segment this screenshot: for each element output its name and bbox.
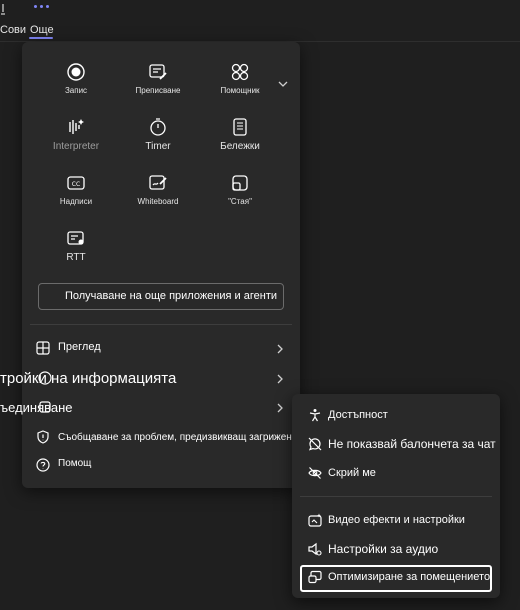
chat-button-label[interactable]: Сови bbox=[0, 24, 26, 36]
menu-item-help-label: Помощ bbox=[58, 458, 92, 469]
whiteboard-icon bbox=[149, 175, 167, 190]
rtt-icon bbox=[67, 231, 84, 245]
room-optimize-icon bbox=[308, 570, 322, 589]
menu-divider bbox=[30, 324, 292, 325]
app-record-label: Запис bbox=[64, 86, 88, 95]
settings-submenu: Достъпност Не показвай балончета за чат … bbox=[292, 394, 500, 598]
chevron-down-icon[interactable] bbox=[277, 76, 289, 94]
more-menu: Запис Преписване Помощник Interpreter Ti… bbox=[0, 42, 307, 488]
app-transcription[interactable]: Преписване bbox=[118, 62, 198, 95]
menu-item-view-label: Преглед bbox=[58, 341, 101, 353]
app-room[interactable]: "Стая" bbox=[200, 173, 280, 206]
submenu-item-video-effects-label: Видео ефекти и настройки bbox=[328, 514, 465, 526]
menu-item-info-settings-label: тройки на информацията bbox=[0, 370, 177, 387]
app-notes[interactable]: Бележки bbox=[200, 117, 280, 152]
record-icon bbox=[67, 63, 85, 81]
app-interpreter-label: Interpreter bbox=[52, 141, 100, 152]
app-timer-label: Timer bbox=[145, 141, 171, 152]
notes-icon bbox=[233, 118, 247, 136]
meeting-toolbar: Сови Още bbox=[0, 0, 520, 42]
timer-icon bbox=[150, 118, 166, 136]
submenu-item-no-chat-bubbles-label: Не показвай балончета за чат bbox=[328, 437, 496, 451]
speaker-settings-icon bbox=[308, 542, 322, 561]
more-icon[interactable] bbox=[34, 5, 50, 9]
chevron-right-icon bbox=[276, 342, 284, 360]
app-rtt-label: RTT bbox=[66, 252, 86, 263]
submenu-item-accessibility-label: Достъпност bbox=[328, 409, 388, 421]
submenu-divider bbox=[300, 496, 492, 497]
app-copilot-label: Помощник bbox=[220, 86, 260, 95]
app-captions[interactable]: CC Надписи bbox=[36, 173, 116, 206]
app-rtt[interactable]: RTT bbox=[36, 228, 116, 263]
room-icon bbox=[232, 175, 248, 191]
submenu-item-audio-settings-label: Настройки за аудио bbox=[328, 542, 439, 556]
app-record[interactable]: Запис bbox=[36, 62, 116, 95]
submenu-item-hide-me[interactable]: Скрий ме bbox=[300, 461, 492, 488]
submenu-item-no-chat-bubbles[interactable]: Не показвай балончета за чат bbox=[300, 432, 496, 459]
chat-icon[interactable] bbox=[0, 3, 10, 22]
help-icon bbox=[36, 458, 50, 477]
accessibility-icon bbox=[308, 408, 322, 427]
submenu-item-hide-me-label: Скрий ме bbox=[328, 467, 376, 479]
submenu-item-optimize-room[interactable]: Оптимизиране за помещението bbox=[300, 565, 492, 592]
submenu-item-accessibility[interactable]: Достъпност bbox=[300, 403, 492, 430]
chat-bubble-off-icon bbox=[308, 437, 322, 456]
submenu-item-video-effects[interactable]: Видео ефекти и настройки bbox=[300, 508, 492, 535]
app-captions-label: Надписи bbox=[59, 197, 93, 206]
chevron-right-icon bbox=[276, 401, 284, 419]
app-copilot[interactable]: Помощник bbox=[200, 62, 280, 95]
interpreter-icon bbox=[69, 119, 84, 134]
eye-off-icon bbox=[308, 466, 322, 485]
transcription-icon bbox=[149, 64, 167, 80]
app-whiteboard[interactable]: Whiteboard bbox=[118, 173, 198, 206]
copilot-icon bbox=[231, 63, 249, 81]
app-whiteboard-label: Whiteboard bbox=[137, 197, 179, 206]
get-more-apps-button[interactable]: Получаване на още приложения и агенти bbox=[38, 283, 284, 310]
video-effects-icon bbox=[308, 513, 322, 532]
app-timer[interactable]: Timer bbox=[118, 117, 198, 152]
shield-icon bbox=[36, 430, 50, 449]
submenu-item-optimize-room-label: Оптимизиране за помещението bbox=[328, 571, 491, 583]
app-notes-label: Бележки bbox=[220, 141, 260, 152]
submenu-item-audio-settings[interactable]: Настройки за аудио bbox=[300, 537, 492, 564]
app-interpreter[interactable]: Interpreter bbox=[36, 117, 116, 152]
menu-item-report-problem-label: Съобщаване за проблем, предизвикващ загр… bbox=[58, 432, 307, 443]
menu-item-connect-label: ъединяване bbox=[0, 400, 73, 415]
captions-icon: CC bbox=[67, 176, 85, 190]
chevron-right-icon bbox=[276, 372, 284, 390]
app-transcription-label: Преписване bbox=[135, 86, 181, 95]
app-room-label: "Стая" bbox=[228, 197, 252, 206]
more-button-label[interactable]: Още bbox=[30, 24, 54, 36]
grid-view-icon bbox=[36, 341, 50, 360]
svg-text:CC: CC bbox=[72, 181, 80, 188]
more-active-indicator bbox=[29, 37, 53, 39]
